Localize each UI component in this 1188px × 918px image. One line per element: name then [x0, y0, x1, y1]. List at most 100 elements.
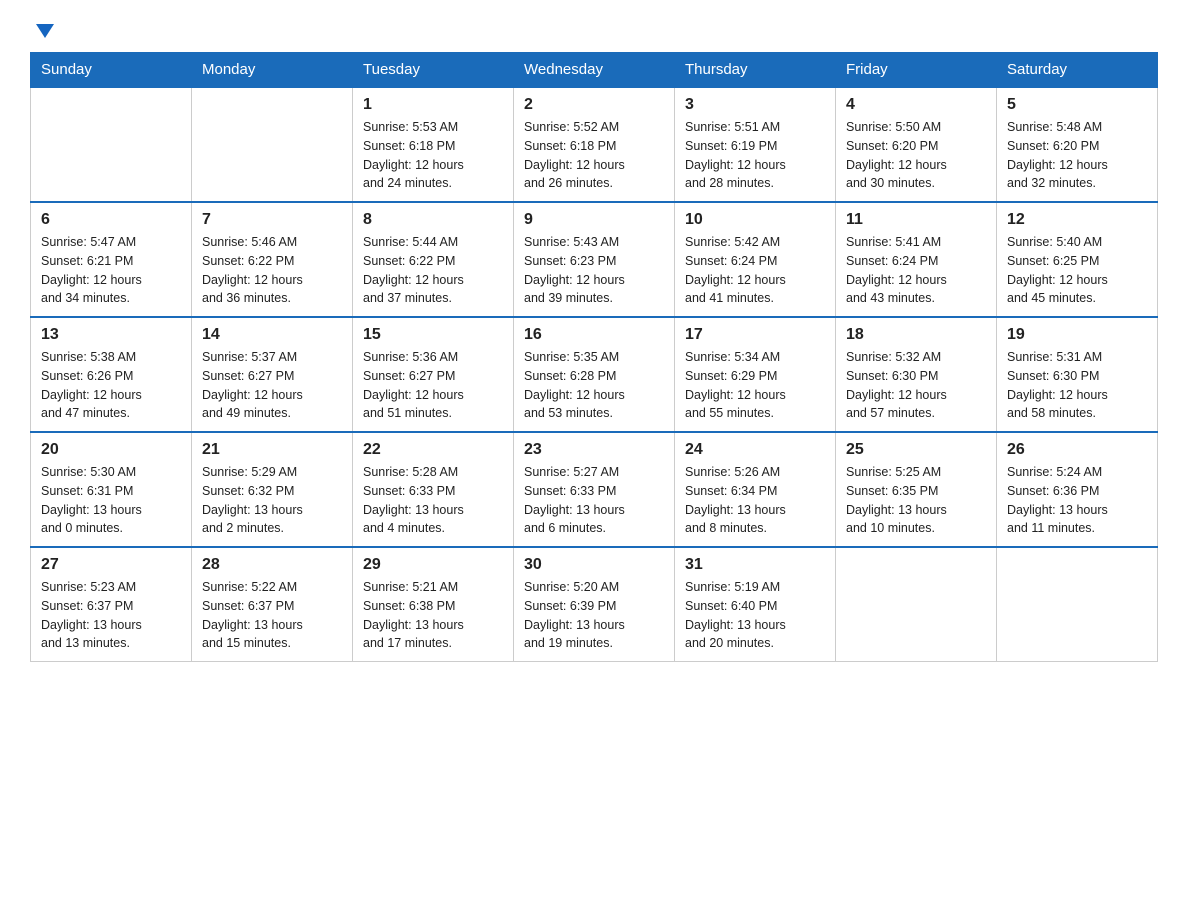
calendar-cell: 21 Sunrise: 5:29 AMSunset: 6:32 PMDayligh…: [192, 432, 353, 547]
logo-arrow-icon: [32, 20, 56, 42]
day-info: Sunrise: 5:35 AMSunset: 6:28 PMDaylight:…: [524, 348, 664, 423]
day-number: 21: [202, 441, 342, 459]
day-number: 15: [363, 326, 503, 344]
calendar-cell: 11 Sunrise: 5:41 AMSunset: 6:24 PMDayligh…: [836, 202, 997, 317]
calendar-cell: [836, 547, 997, 662]
day-info: Sunrise: 5:41 AMSunset: 6:24 PMDaylight:…: [846, 233, 986, 308]
day-info: Sunrise: 5:32 AMSunset: 6:30 PMDaylight:…: [846, 348, 986, 423]
day-info: Sunrise: 5:52 AMSunset: 6:18 PMDaylight:…: [524, 118, 664, 193]
day-number: 30: [524, 556, 664, 574]
day-number: 27: [41, 556, 181, 574]
day-info: Sunrise: 5:50 AMSunset: 6:20 PMDaylight:…: [846, 118, 986, 193]
calendar-cell: 3Sunrise: 5:51 AMSunset: 6:19 PMDaylight…: [675, 87, 836, 202]
weekday-header-thursday: Thursday: [675, 53, 836, 88]
day-info: Sunrise: 5:47 AMSunset: 6:21 PMDaylight:…: [41, 233, 181, 308]
day-info: Sunrise: 5:43 AMSunset: 6:23 PMDaylight:…: [524, 233, 664, 308]
day-info: Sunrise: 5:46 AMSunset: 6:22 PMDaylight:…: [202, 233, 342, 308]
day-info: Sunrise: 5:27 AMSunset: 6:33 PMDaylight:…: [524, 463, 664, 538]
page-header: [30, 20, 1158, 42]
calendar-cell: 6 Sunrise: 5:47 AMSunset: 6:21 PMDaylight…: [31, 202, 192, 317]
calendar-cell: 1 Sunrise: 5:53 AMSunset: 6:18 PMDaylight…: [353, 87, 514, 202]
day-number: 14: [202, 326, 342, 344]
day-number: 1: [363, 96, 503, 114]
calendar-week-row: 1 Sunrise: 5:53 AMSunset: 6:18 PMDaylight…: [31, 87, 1158, 202]
day-number: 16: [524, 326, 664, 344]
calendar-cell: 7 Sunrise: 5:46 AMSunset: 6:22 PMDaylight…: [192, 202, 353, 317]
weekday-header-wednesday: Wednesday: [514, 53, 675, 88]
day-number: 19: [1007, 326, 1147, 344]
day-number: 25: [846, 441, 986, 459]
day-number: 13: [41, 326, 181, 344]
day-info: Sunrise: 5:29 AMSunset: 6:32 PMDaylight:…: [202, 463, 342, 538]
weekday-header-tuesday: Tuesday: [353, 53, 514, 88]
day-number: 23: [524, 441, 664, 459]
day-info: Sunrise: 5:19 AMSunset: 6:40 PMDaylight:…: [685, 578, 825, 653]
calendar-cell: 31 Sunrise: 5:19 AMSunset: 6:40 PMDayligh…: [675, 547, 836, 662]
day-info: Sunrise: 5:22 AMSunset: 6:37 PMDaylight:…: [202, 578, 342, 653]
day-number: 8: [363, 211, 503, 229]
day-info: Sunrise: 5:48 AMSunset: 6:20 PMDaylight:…: [1007, 118, 1147, 193]
calendar-cell: 13 Sunrise: 5:38 AMSunset: 6:26 PMDayligh…: [31, 317, 192, 432]
calendar-cell: 24Sunrise: 5:26 AMSunset: 6:34 PMDayligh…: [675, 432, 836, 547]
day-info: Sunrise: 5:34 AMSunset: 6:29 PMDaylight:…: [685, 348, 825, 423]
calendar-cell: 4 Sunrise: 5:50 AMSunset: 6:20 PMDaylight…: [836, 87, 997, 202]
day-number: 20: [41, 441, 181, 459]
day-info: Sunrise: 5:36 AMSunset: 6:27 PMDaylight:…: [363, 348, 503, 423]
calendar-cell: 26 Sunrise: 5:24 AMSunset: 6:36 PMDayligh…: [997, 432, 1158, 547]
day-info: Sunrise: 5:24 AMSunset: 6:36 PMDaylight:…: [1007, 463, 1147, 538]
day-number: 29: [363, 556, 503, 574]
calendar-table: SundayMondayTuesdayWednesdayThursdayFrid…: [30, 52, 1158, 662]
day-info: Sunrise: 5:23 AMSunset: 6:37 PMDaylight:…: [41, 578, 181, 653]
day-info: Sunrise: 5:40 AMSunset: 6:25 PMDaylight:…: [1007, 233, 1147, 308]
calendar-cell: 17 Sunrise: 5:34 AMSunset: 6:29 PMDayligh…: [675, 317, 836, 432]
logo: [30, 20, 56, 42]
weekday-header-friday: Friday: [836, 53, 997, 88]
calendar-cell: 29Sunrise: 5:21 AMSunset: 6:38 PMDayligh…: [353, 547, 514, 662]
calendar-week-row: 20 Sunrise: 5:30 AMSunset: 6:31 PMDayligh…: [31, 432, 1158, 547]
day-number: 4: [846, 96, 986, 114]
day-info: Sunrise: 5:26 AMSunset: 6:34 PMDaylight:…: [685, 463, 825, 538]
weekday-header-sunday: Sunday: [31, 53, 192, 88]
calendar-cell: 14Sunrise: 5:37 AMSunset: 6:27 PMDayligh…: [192, 317, 353, 432]
day-number: 6: [41, 211, 181, 229]
day-info: Sunrise: 5:25 AMSunset: 6:35 PMDaylight:…: [846, 463, 986, 538]
calendar-cell: 2Sunrise: 5:52 AMSunset: 6:18 PMDaylight…: [514, 87, 675, 202]
day-number: 11: [846, 211, 986, 229]
day-info: Sunrise: 5:31 AMSunset: 6:30 PMDaylight:…: [1007, 348, 1147, 423]
calendar-cell: 23 Sunrise: 5:27 AMSunset: 6:33 PMDayligh…: [514, 432, 675, 547]
day-info: Sunrise: 5:20 AMSunset: 6:39 PMDaylight:…: [524, 578, 664, 653]
calendar-cell: 10 Sunrise: 5:42 AMSunset: 6:24 PMDayligh…: [675, 202, 836, 317]
day-info: Sunrise: 5:53 AMSunset: 6:18 PMDaylight:…: [363, 118, 503, 193]
day-number: 31: [685, 556, 825, 574]
day-number: 10: [685, 211, 825, 229]
day-number: 17: [685, 326, 825, 344]
calendar-cell: 25 Sunrise: 5:25 AMSunset: 6:35 PMDayligh…: [836, 432, 997, 547]
calendar-cell: 20 Sunrise: 5:30 AMSunset: 6:31 PMDayligh…: [31, 432, 192, 547]
day-info: Sunrise: 5:42 AMSunset: 6:24 PMDaylight:…: [685, 233, 825, 308]
calendar-cell: 5 Sunrise: 5:48 AMSunset: 6:20 PMDaylight…: [997, 87, 1158, 202]
day-info: Sunrise: 5:38 AMSunset: 6:26 PMDaylight:…: [41, 348, 181, 423]
calendar-cell: 9 Sunrise: 5:43 AMSunset: 6:23 PMDaylight…: [514, 202, 675, 317]
day-number: 28: [202, 556, 342, 574]
day-number: 12: [1007, 211, 1147, 229]
calendar-week-row: 6 Sunrise: 5:47 AMSunset: 6:21 PMDaylight…: [31, 202, 1158, 317]
day-info: Sunrise: 5:28 AMSunset: 6:33 PMDaylight:…: [363, 463, 503, 538]
calendar-week-row: 13 Sunrise: 5:38 AMSunset: 6:26 PMDayligh…: [31, 317, 1158, 432]
day-number: 22: [363, 441, 503, 459]
calendar-cell: 16 Sunrise: 5:35 AMSunset: 6:28 PMDayligh…: [514, 317, 675, 432]
calendar-cell: 28 Sunrise: 5:22 AMSunset: 6:37 PMDayligh…: [192, 547, 353, 662]
day-number: 5: [1007, 96, 1147, 114]
weekday-header-saturday: Saturday: [997, 53, 1158, 88]
calendar-cell: 15 Sunrise: 5:36 AMSunset: 6:27 PMDayligh…: [353, 317, 514, 432]
calendar-cell: 8Sunrise: 5:44 AMSunset: 6:22 PMDaylight…: [353, 202, 514, 317]
day-number: 26: [1007, 441, 1147, 459]
calendar-week-row: 27 Sunrise: 5:23 AMSunset: 6:37 PMDayligh…: [31, 547, 1158, 662]
day-info: Sunrise: 5:51 AMSunset: 6:19 PMDaylight:…: [685, 118, 825, 193]
calendar-cell: [192, 87, 353, 202]
weekday-header-monday: Monday: [192, 53, 353, 88]
day-number: 7: [202, 211, 342, 229]
day-number: 9: [524, 211, 664, 229]
day-info: Sunrise: 5:30 AMSunset: 6:31 PMDaylight:…: [41, 463, 181, 538]
calendar-cell: 18Sunrise: 5:32 AMSunset: 6:30 PMDayligh…: [836, 317, 997, 432]
calendar-header-row: SundayMondayTuesdayWednesdayThursdayFrid…: [31, 53, 1158, 88]
